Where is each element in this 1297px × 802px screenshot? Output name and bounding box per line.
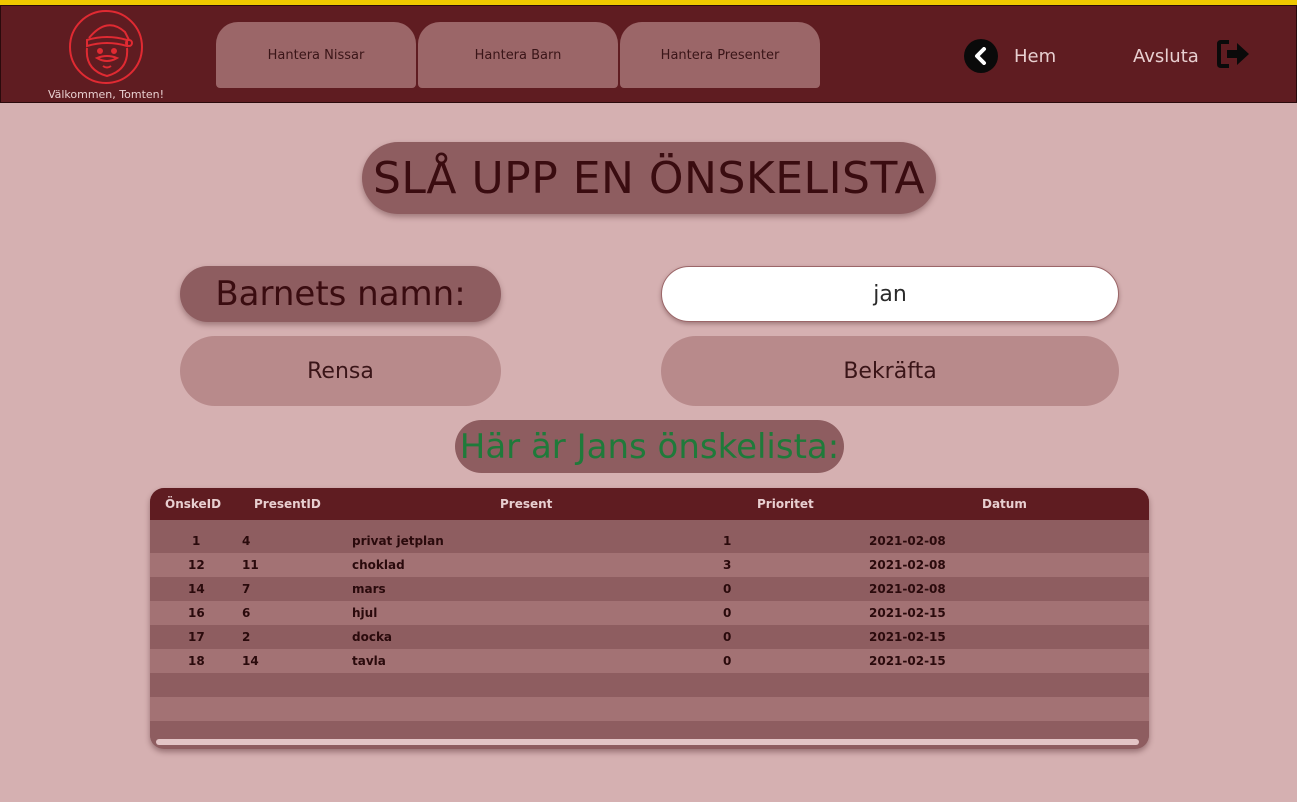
column-header-onskeid[interactable]: ÖnskeID — [165, 497, 221, 511]
cell-presentid: 2 — [242, 630, 251, 644]
table-row[interactable]: 12 11 choklad 3 2021-02-08 — [150, 553, 1149, 577]
cell-presentid: 7 — [242, 582, 251, 596]
home-button[interactable]: Hem — [964, 39, 1056, 73]
cell-prioritet: 0 — [723, 582, 732, 596]
cell-prioritet: 0 — [723, 606, 732, 620]
back-arrow-circle-icon — [964, 39, 998, 73]
table-row[interactable]: 16 6 hjul 0 2021-02-15 — [150, 601, 1149, 625]
empty-table-row — [150, 673, 1149, 697]
cell-onskeid: 14 — [188, 582, 205, 596]
result-title: Här är Jans önskelista: — [455, 420, 844, 473]
cell-presentid: 11 — [242, 558, 259, 572]
empty-table-row — [150, 697, 1149, 721]
column-header-presentid[interactable]: PresentID — [254, 497, 321, 511]
cell-datum: 2021-02-08 — [869, 582, 946, 596]
cell-present: hjul — [352, 606, 378, 620]
cell-present: choklad — [352, 558, 405, 572]
tab-hantera-nissar[interactable]: Hantera Nissar — [216, 22, 416, 88]
child-name-label: Barnets namn: — [180, 266, 501, 322]
santa-face-icon — [69, 10, 143, 84]
cell-datum: 2021-02-08 — [869, 534, 946, 548]
child-name-input[interactable] — [661, 266, 1119, 322]
cell-present: tavla — [352, 654, 386, 668]
column-header-present[interactable]: Present — [500, 497, 552, 511]
cell-present: privat jetplan — [352, 534, 444, 548]
cell-onskeid: 18 — [188, 654, 205, 668]
table-header: ÖnskeID PresentID Present Prioritet Datu… — [150, 488, 1149, 520]
cell-onskeid: 17 — [188, 630, 205, 644]
cell-onskeid: 16 — [188, 606, 205, 620]
sign-out-icon — [1216, 39, 1251, 74]
logo-area: Välkommen, Tomten! — [41, 8, 171, 104]
cell-presentid: 4 — [242, 534, 251, 548]
cell-datum: 2021-02-15 — [869, 654, 946, 668]
wishlist-table[interactable]: ÖnskeID PresentID Present Prioritet Datu… — [150, 488, 1149, 749]
welcome-text: Välkommen, Tomten! — [47, 88, 165, 101]
cell-datum: 2021-02-08 — [869, 558, 946, 572]
header-bar: Välkommen, Tomten! Hantera Nissar Hanter… — [0, 5, 1297, 103]
logout-button[interactable]: Avsluta — [1133, 39, 1251, 73]
cell-datum: 2021-02-15 — [869, 630, 946, 644]
page-title: SLÅ UPP EN ÖNSKELISTA — [362, 142, 936, 214]
logout-label: Avsluta — [1133, 45, 1199, 67]
column-header-datum[interactable]: Datum — [982, 497, 1027, 511]
clear-button[interactable]: Rensa — [180, 336, 501, 406]
table-row[interactable]: 18 14 tavla 0 2021-02-15 — [150, 649, 1149, 673]
confirm-button[interactable]: Bekräfta — [661, 336, 1119, 406]
cell-onskeid: 12 — [188, 558, 205, 572]
cell-prioritet: 3 — [723, 558, 732, 572]
cell-prioritet: 0 — [723, 630, 732, 644]
cell-present: mars — [352, 582, 386, 596]
cell-presentid: 14 — [242, 654, 259, 668]
column-header-prioritet[interactable]: Prioritet — [757, 497, 814, 511]
cell-prioritet: 0 — [723, 654, 732, 668]
cell-prioritet: 1 — [723, 534, 732, 548]
table-row[interactable]: 17 2 docka 0 2021-02-15 — [150, 625, 1149, 649]
cell-present: docka — [352, 630, 393, 644]
tab-hantera-barn[interactable]: Hantera Barn — [418, 22, 618, 88]
home-label: Hem — [1014, 45, 1057, 67]
horizontal-scrollbar[interactable] — [156, 739, 1139, 745]
table-row[interactable]: 1 4 privat jetplan 1 2021-02-08 — [150, 529, 1149, 553]
cell-presentid: 6 — [242, 606, 251, 620]
cell-datum: 2021-02-15 — [869, 606, 946, 620]
table-row[interactable]: 14 7 mars 0 2021-02-08 — [150, 577, 1149, 601]
tab-hantera-presenter[interactable]: Hantera Presenter — [620, 22, 820, 88]
cell-onskeid: 1 — [192, 534, 201, 548]
